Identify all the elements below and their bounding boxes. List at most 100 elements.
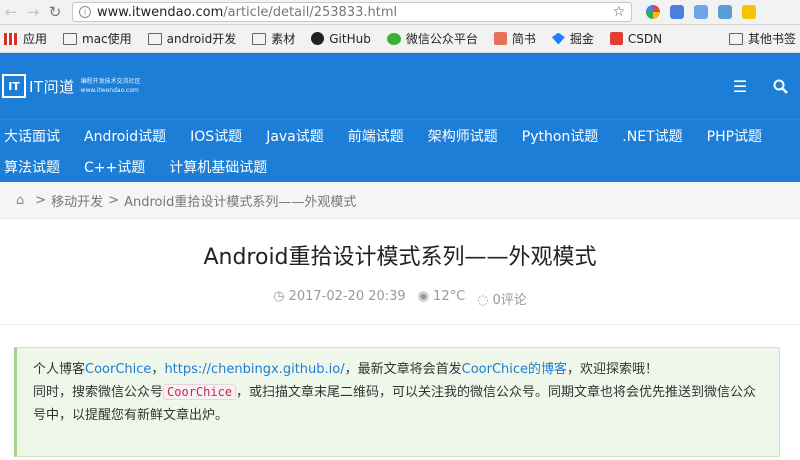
notice-line: 同时，搜索微信公众号 CoorChice ，或扫描文章末尾二维码，可以关注我的微信公… bbox=[33, 381, 763, 427]
home-icon[interactable]: ⌂ bbox=[16, 193, 24, 208]
article-views-text: 12°C bbox=[433, 289, 466, 304]
nav-item[interactable]: IOS试题 bbox=[190, 126, 242, 146]
nav-item[interactable]: 算法试题 bbox=[4, 157, 60, 177]
jianshu-icon bbox=[493, 32, 507, 45]
clock-icon: ◷ bbox=[273, 289, 285, 304]
nav-item[interactable]: 计算机基础试题 bbox=[169, 157, 267, 177]
extensions-area bbox=[646, 5, 756, 19]
article-date: ◷ 2017-02-20 20:39 bbox=[273, 289, 406, 308]
shield-extension-icon[interactable] bbox=[742, 5, 756, 19]
translate-extension-icon[interactable] bbox=[694, 5, 708, 19]
blog-url-link[interactable]: https://chenbingx.github.io/ bbox=[164, 362, 344, 377]
mail-extension-icon[interactable] bbox=[718, 5, 732, 19]
nav-item[interactable]: .NET试题 bbox=[622, 126, 682, 146]
article-comments[interactable]: ◌ 0评论 bbox=[477, 289, 527, 308]
bookmark-wechat[interactable]: 微信公众平台 bbox=[386, 30, 478, 47]
hamburger-menu-icon[interactable]: ☰ bbox=[720, 53, 760, 119]
url-host: www.itwendao.com bbox=[97, 4, 224, 20]
folder-icon bbox=[63, 32, 78, 45]
breadcrumb-separator: > bbox=[35, 192, 47, 208]
bookmark-folder[interactable]: android开发 bbox=[147, 30, 237, 47]
breadcrumb-category[interactable]: 移动开发 bbox=[51, 191, 103, 210]
blog-name-link[interactable]: CoorChice bbox=[85, 362, 151, 377]
folder-icon bbox=[147, 32, 162, 45]
bookmark-label: mac使用 bbox=[82, 32, 132, 46]
bookmark-label: 掘金 bbox=[569, 32, 594, 46]
folder-icon bbox=[252, 32, 267, 45]
juejin-icon bbox=[551, 32, 565, 45]
site-logo[interactable]: IT IT问道 编程开发技术交流社区 www.itwendao.com bbox=[2, 74, 141, 98]
nav-item[interactable]: C++试题 bbox=[84, 157, 145, 177]
nav-row: 算法试题 C++试题 计算机基础试题 bbox=[4, 151, 800, 182]
logo-subtitle-line: www.itwendao.com bbox=[80, 87, 139, 94]
bookmark-folder[interactable]: mac使用 bbox=[63, 30, 132, 47]
main-nav: 大话面试 Android试题 IOS试题 Java试题 前端试题 架构师试题 Python试… bbox=[0, 119, 800, 182]
breadcrumb-separator: > bbox=[108, 192, 120, 208]
logo-mark: IT bbox=[2, 74, 26, 98]
site-header: IT IT问道 编程开发技术交流社区 www.itwendao.com ☰ bbox=[0, 53, 800, 119]
page-info-icon[interactable]: i bbox=[79, 6, 91, 18]
nav-item[interactable]: PHP试题 bbox=[707, 126, 762, 146]
search-icon[interactable] bbox=[760, 53, 800, 119]
bookmark-label: 其他书签 bbox=[747, 32, 796, 46]
logo-subtitle-line: 编程开发技术交流社区 bbox=[80, 78, 141, 85]
bookmark-label: 素材 bbox=[271, 32, 296, 46]
reload-icon[interactable]: ↻ bbox=[44, 1, 66, 23]
notice-line: 个人博客CoorChice，https://chenbingx.github.i… bbox=[33, 358, 763, 381]
bookmark-label: 应用 bbox=[23, 32, 48, 46]
divider bbox=[0, 324, 800, 325]
notice-text: ，最新文章将会首发 bbox=[344, 362, 462, 377]
breadcrumb: ⌂ > 移动开发 > Android重拾设计模式系列——外观模式 bbox=[0, 182, 800, 219]
nav-item[interactable]: 架构师试题 bbox=[428, 126, 498, 146]
bookmark-github[interactable]: GitHub bbox=[311, 32, 371, 46]
bookmark-juejin[interactable]: 掘金 bbox=[551, 30, 594, 47]
notice-text: ， bbox=[151, 362, 165, 377]
star-icon[interactable]: ☆ bbox=[612, 4, 625, 20]
github-icon bbox=[311, 32, 325, 45]
bookmark-label: 简书 bbox=[511, 32, 536, 46]
notice-text: 个人博客 bbox=[33, 362, 86, 377]
nav-item[interactable]: 前端试题 bbox=[348, 126, 404, 146]
bookmark-label: CSDN bbox=[627, 31, 663, 46]
notice-text: ，欢迎探索哦！ bbox=[567, 362, 659, 377]
eye-icon: ◉ bbox=[417, 289, 430, 304]
bookmark-jianshu[interactable]: 简书 bbox=[493, 30, 536, 47]
nav-item[interactable]: Python试题 bbox=[522, 126, 599, 146]
address-bar[interactable]: i www.itwendao.com/article/detail/253833… bbox=[72, 2, 632, 22]
bookmark-csdn[interactable]: CSDN bbox=[609, 31, 663, 46]
article: Android重拾设计模式系列——外观模式 ◷ 2017-02-20 20:39 … bbox=[0, 239, 800, 457]
extension-icon[interactable] bbox=[646, 5, 660, 19]
article-views: ◉ 12°C bbox=[418, 289, 465, 308]
apps-grid-icon bbox=[4, 32, 18, 45]
bookmark-other[interactable]: 其他书签 bbox=[728, 30, 796, 47]
blog-link[interactable]: CoorChice的博客 bbox=[462, 362, 567, 377]
arrow-right-icon[interactable]: → bbox=[22, 1, 44, 23]
bookmark-folder[interactable]: 素材 bbox=[252, 30, 295, 47]
bookmark-apps[interactable]: 应用 bbox=[4, 30, 47, 47]
bookmarks-bar: 应用 mac使用 android开发 素材 GitHub 微信公众平台 简书 掘… bbox=[0, 25, 800, 53]
blog-notice: 个人博客CoorChice，https://chenbingx.github.i… bbox=[14, 347, 780, 457]
nav-item[interactable]: Java试题 bbox=[266, 126, 324, 146]
comment-icon: ◌ bbox=[477, 293, 489, 308]
nav-item[interactable]: 大话面试 bbox=[4, 126, 60, 146]
bookmark-label: 微信公众平台 bbox=[405, 32, 478, 46]
bookmark-label: GitHub bbox=[329, 31, 371, 46]
nav-item[interactable]: Android试题 bbox=[84, 126, 166, 146]
nav-row: 大话面试 Android试题 IOS试题 Java试题 前端试题 架构师试题 Python试… bbox=[4, 120, 800, 151]
url-path: /article/detail/253833.html bbox=[223, 4, 398, 20]
notice-text: 同时，搜索微信公众号 bbox=[33, 385, 164, 400]
article-meta: ◷ 2017-02-20 20:39 ◉ 12°C ◌ 0评论 bbox=[0, 289, 800, 308]
logo-name: IT问道 bbox=[29, 77, 75, 96]
breadcrumb-current: Android重拾设计模式系列——外观模式 bbox=[124, 194, 357, 210]
page-title: Android重拾设计模式系列——外观模式 bbox=[203, 245, 597, 270]
pocket-extension-icon[interactable] bbox=[670, 5, 684, 19]
wechat-id-code: CoorChice bbox=[163, 384, 237, 400]
csdn-icon bbox=[609, 32, 623, 45]
arrow-left-icon[interactable]: ← bbox=[0, 1, 22, 23]
browser-toolbar: ← → ↻ i www.itwendao.com/article/detail/… bbox=[0, 0, 800, 25]
article-date-text: 2017-02-20 20:39 bbox=[288, 289, 406, 304]
wechat-icon bbox=[386, 32, 401, 45]
folder-icon bbox=[728, 32, 743, 45]
logo-subtitle: 编程开发技术交流社区 www.itwendao.com bbox=[81, 77, 141, 95]
bookmark-label: android开发 bbox=[166, 32, 237, 46]
